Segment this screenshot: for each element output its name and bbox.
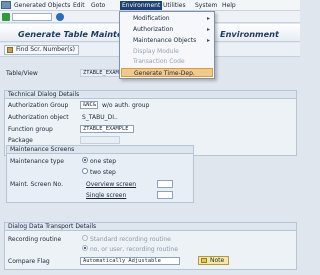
package-label: Package xyxy=(8,137,33,144)
auth-group-field[interactable]: &NC& xyxy=(80,101,98,109)
auth-group-description: w/o auth. group xyxy=(102,102,150,109)
find-button-label: Find Scr. Number(s) xyxy=(16,46,75,53)
note-button[interactable]: Note xyxy=(198,256,230,265)
auth-group-label: Authorization Group xyxy=(8,102,69,109)
menu-bar: Generated Objects Edit Goto Environment … xyxy=(0,0,300,11)
menu-edit[interactable]: Edit xyxy=(73,2,85,9)
auth-object-label: Authorization object xyxy=(8,114,69,121)
overview-screen-field[interactable] xyxy=(157,180,173,188)
sap-menu-icon[interactable] xyxy=(1,1,11,9)
no-recording-radio[interactable] xyxy=(82,245,88,251)
technical-details-title: Technical Dialog Details xyxy=(5,91,296,99)
standard-recording-radio[interactable] xyxy=(82,235,88,241)
dropdown-item-modification[interactable]: Modification ▸ xyxy=(121,14,213,23)
submenu-arrow-icon: ▸ xyxy=(206,15,210,22)
compare-flag-label: Compare Flag xyxy=(8,258,50,265)
note-button-label: Note xyxy=(210,257,225,264)
menu-help[interactable]: Help xyxy=(222,2,236,9)
menu-goto[interactable]: Goto xyxy=(91,2,105,9)
compare-flag-field[interactable]: Automatically Adjustable xyxy=(80,257,180,265)
no-recording-label: no, or user, recording routine xyxy=(90,246,178,253)
two-step-label: two step xyxy=(90,169,116,176)
find-icon xyxy=(7,47,13,53)
dropdown-item-authorization-label: Authorization xyxy=(133,26,174,33)
maintenance-screens-title: Maintenance Screens xyxy=(7,146,193,154)
maint-screen-no-label: Maint. Screen No. xyxy=(10,181,63,188)
overview-screen-label[interactable]: Overview screen xyxy=(86,181,136,188)
two-step-radio[interactable] xyxy=(82,168,88,174)
menu-system[interactable]: System xyxy=(195,2,217,9)
submenu-arrow-icon: ▸ xyxy=(206,26,210,33)
function-group-field[interactable]: ZTABLE_EXAMPLE xyxy=(80,125,134,133)
function-group-label: Function group xyxy=(8,126,53,133)
dropdown-item-display-module: Display Module xyxy=(121,47,213,56)
maintenance-type-label: Maintenance type xyxy=(10,158,64,165)
one-step-radio[interactable] xyxy=(82,157,88,163)
submenu-arrow-icon: ▸ xyxy=(206,37,210,44)
menu-environment[interactable]: Environment xyxy=(120,1,163,10)
recording-routine-label: Recording routine xyxy=(8,236,62,243)
page-title-tail: Environment xyxy=(220,29,279,39)
table-view-label: Table/View xyxy=(6,70,38,77)
package-field xyxy=(80,136,120,144)
note-icon xyxy=(201,258,207,263)
one-step-label: one step xyxy=(90,158,117,165)
environment-dropdown-menu: Modification ▸ Authorization ▸ Maintenan… xyxy=(119,11,215,79)
dropdown-item-transaction-code-label: Transaction Code xyxy=(133,58,185,65)
find-screen-numbers-button[interactable]: Find Scr. Number(s) xyxy=(4,45,79,55)
standard-recording-label: Standard recording routine xyxy=(90,236,171,243)
dropdown-item-maintenance-objects[interactable]: Maintenance Objects ▸ xyxy=(121,36,213,45)
dropdown-item-authorization[interactable]: Authorization ▸ xyxy=(121,25,213,34)
dropdown-item-generate-time-dep[interactable]: Generate Time-Dep. xyxy=(121,68,213,77)
back-icon[interactable] xyxy=(56,13,64,21)
single-screen-label[interactable]: Single screen xyxy=(86,192,126,199)
single-screen-field[interactable] xyxy=(157,191,173,199)
command-field[interactable] xyxy=(12,13,52,21)
enter-icon[interactable] xyxy=(2,13,10,21)
dropdown-item-display-module-label: Display Module xyxy=(133,48,179,55)
dropdown-item-modification-label: Modification xyxy=(133,15,170,22)
transport-details-title: Dialog Data Transport Details xyxy=(5,223,296,231)
dropdown-item-generate-time-dep-label: Generate Time-Dep. xyxy=(134,70,195,77)
table-view-field: ZTABLE_EXAMPLE xyxy=(80,69,122,77)
auth-object-value: S_TABU_DI.. xyxy=(82,114,118,121)
menu-generated-objects[interactable]: Generated Objects xyxy=(14,2,70,9)
dropdown-item-transaction-code: Transaction Code xyxy=(121,57,213,66)
menu-utilities[interactable]: Utilities xyxy=(163,2,186,9)
dropdown-item-maintenance-objects-label: Maintenance Objects xyxy=(133,37,197,44)
